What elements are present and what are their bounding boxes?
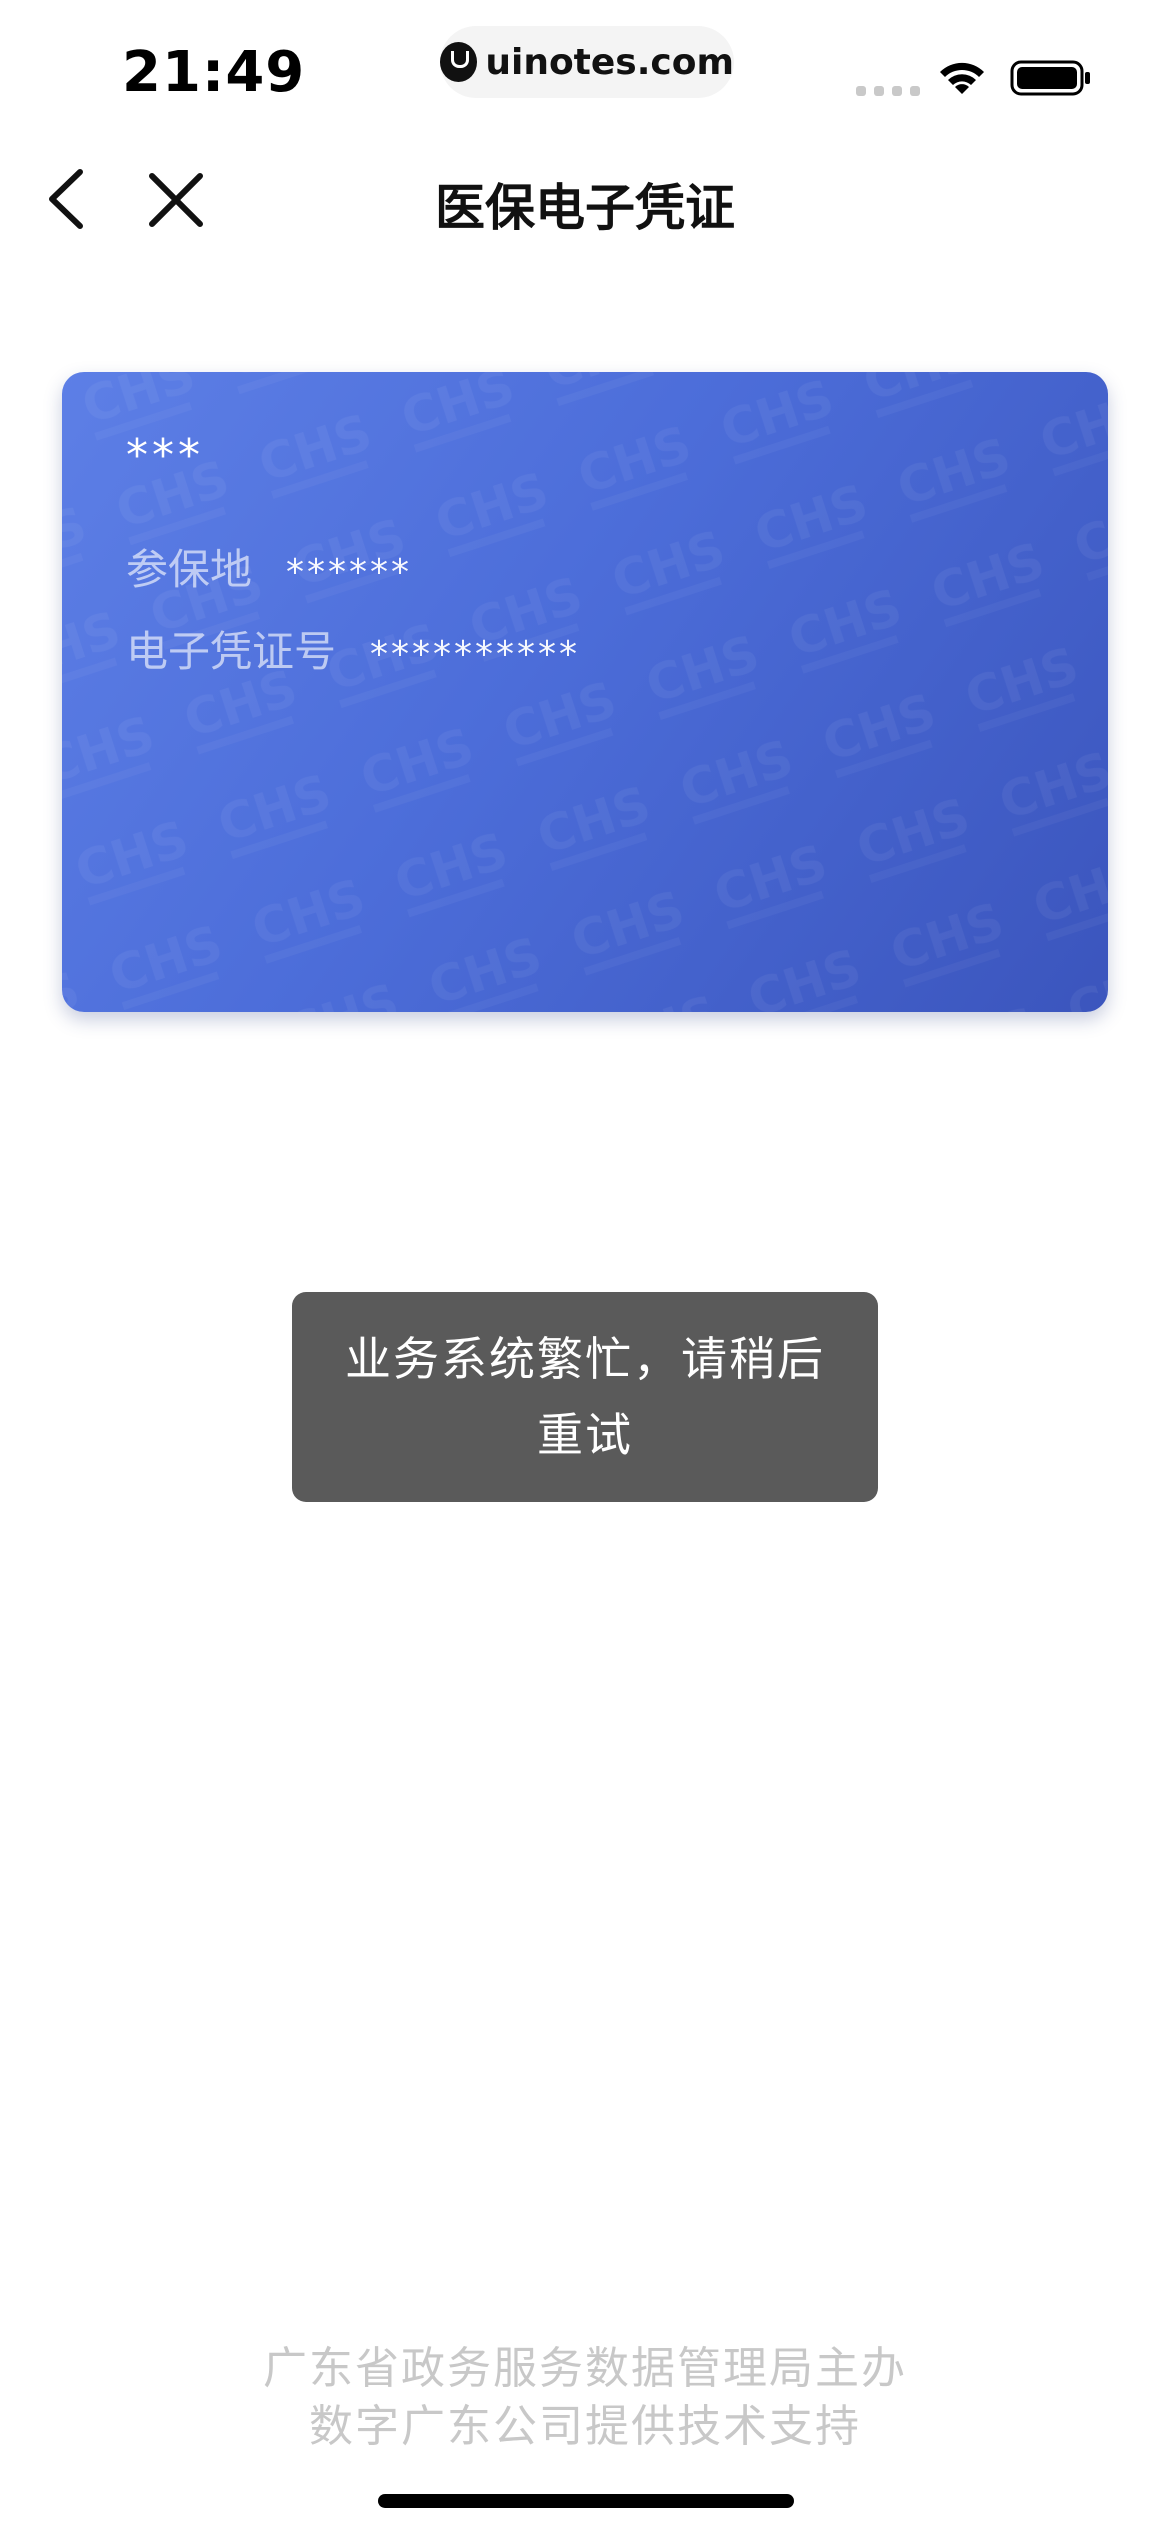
voucher-number-value: **********	[370, 634, 581, 675]
toast-line-1: 业务系统繁忙，请稍后	[345, 1332, 825, 1386]
insurance-card[interactable]: CHS *** 参保地 ****** 电子凭证号 **********	[62, 372, 1108, 1012]
card-row-region: 参保地 ******	[126, 536, 412, 597]
cellular-signal-icon	[856, 86, 920, 96]
footer-sponsor: 广东省政务服务数据管理局主办	[263, 2343, 907, 2394]
voucher-number-label: 电子凭证号	[126, 627, 337, 676]
status-time: 21:49	[122, 40, 306, 105]
card-row-voucher-number: 电子凭证号 **********	[126, 618, 580, 679]
page-title: 医保电子凭证	[435, 179, 735, 237]
toast-message: 业务系统繁忙，请稍后 重试	[345, 1321, 825, 1473]
home-indicator[interactable]	[378, 2494, 794, 2508]
status-bar: 21:49 uinotes.com	[0, 0, 1170, 150]
url-text: uinotes.com	[485, 41, 734, 83]
region-label: 参保地	[126, 545, 253, 594]
wifi-icon	[940, 62, 984, 94]
footer-tech-support: 数字广东公司提供技术支持	[309, 2401, 861, 2452]
region-value: ******	[286, 552, 413, 593]
nav-bar: 医保电子凭证	[0, 150, 1170, 250]
url-pill[interactable]: uinotes.com	[440, 26, 734, 98]
toast-line-2: 重试	[537, 1408, 633, 1462]
error-toast: 业务系统繁忙，请稍后 重试	[292, 1292, 878, 1502]
footer: 广东省政务服务数据管理局主办 数字广东公司提供技术支持	[0, 2340, 1170, 2456]
chs-watermark-pattern: CHS	[62, 372, 1108, 1012]
battery-icon	[1010, 60, 1090, 96]
insured-name: ***	[126, 430, 204, 481]
site-logo-icon	[440, 42, 478, 82]
